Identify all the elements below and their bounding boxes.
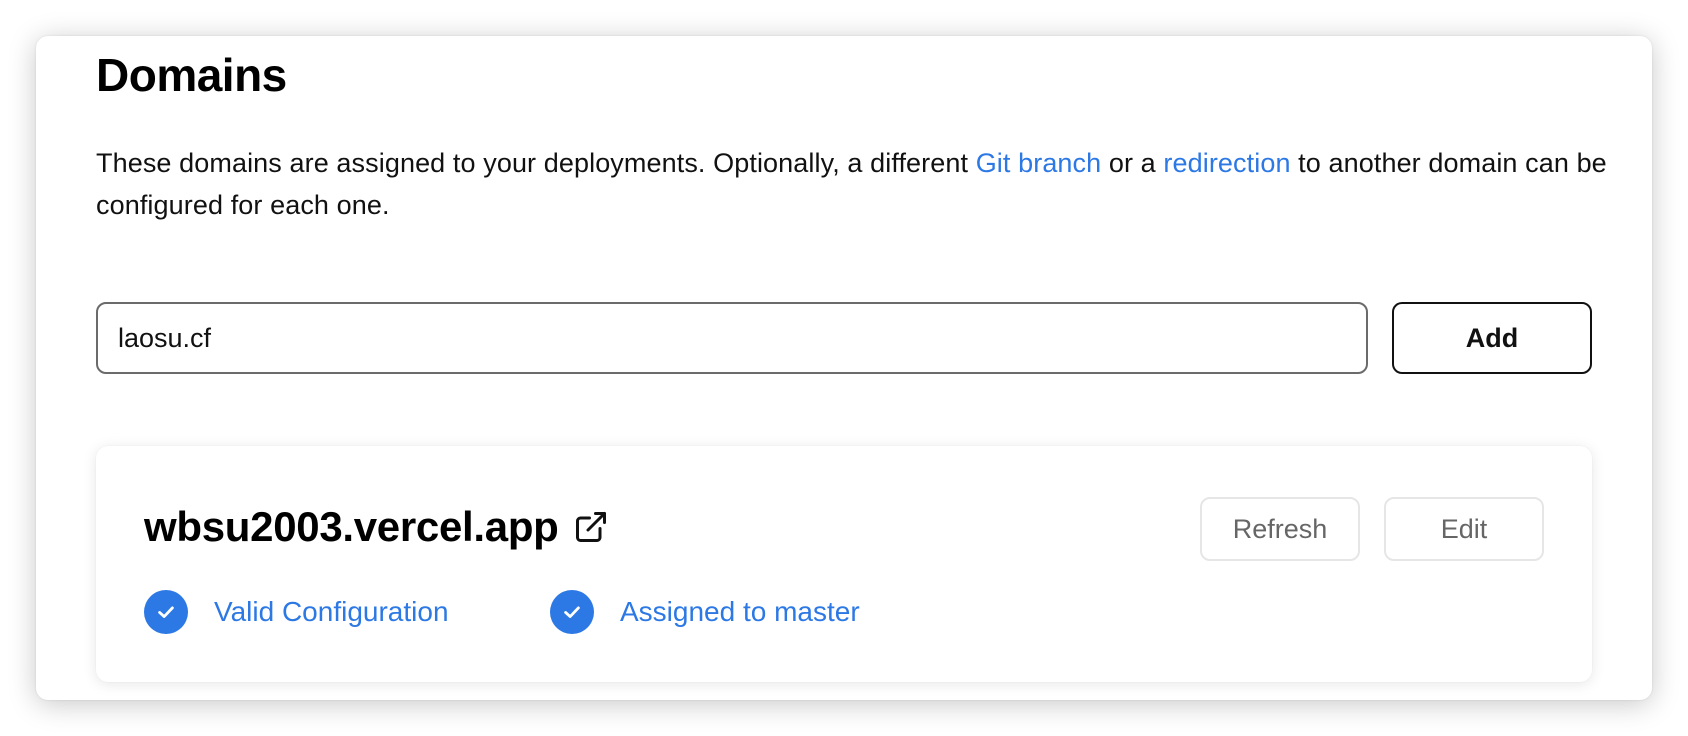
page-title: Domains [96, 49, 287, 101]
description-text-2: or a [1101, 148, 1164, 178]
domain-name: wbsu2003.vercel.app [144, 503, 559, 550]
edit-button[interactable]: Edit [1384, 497, 1544, 561]
page-description: These domains are assigned to your deplo… [96, 142, 1616, 226]
external-link-icon [573, 509, 609, 545]
valid-configuration-link[interactable]: Valid Configuration [214, 596, 449, 628]
check-circle-icon [550, 590, 594, 634]
domains-panel: Domains These domains are assigned to yo… [36, 36, 1652, 700]
status-assigned-branch: Assigned to master [550, 590, 860, 634]
status-valid-configuration: Valid Configuration [144, 590, 449, 634]
assigned-branch-link[interactable]: Assigned to master [620, 596, 860, 628]
domain-input[interactable] [96, 302, 1368, 374]
domain-card: wbsu2003.vercel.app Refresh Edit Valid C… [96, 446, 1592, 682]
domain-link[interactable]: wbsu2003.vercel.app [144, 502, 609, 552]
refresh-button[interactable]: Refresh [1200, 497, 1360, 561]
check-circle-icon [144, 590, 188, 634]
description-text-1: These domains are assigned to your deplo… [96, 148, 976, 178]
add-domain-button[interactable]: Add [1392, 302, 1592, 374]
git-branch-link[interactable]: Git branch [976, 148, 1102, 178]
redirection-link[interactable]: redirection [1163, 148, 1290, 178]
